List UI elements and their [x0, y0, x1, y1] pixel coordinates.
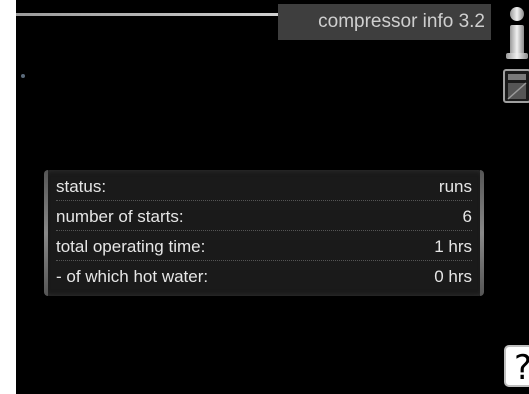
row-value: 1 hrs	[434, 237, 472, 256]
row-label: - of which hot water:	[56, 267, 209, 286]
help-button[interactable]: ?	[504, 345, 529, 388]
row-value: 6	[462, 207, 472, 226]
row-label: total operating time:	[56, 237, 206, 256]
table-row: status: runs	[56, 174, 472, 201]
row-value: runs	[438, 177, 472, 196]
header-divider	[16, 13, 278, 16]
table-row: total operating time: 1 hrs	[56, 234, 472, 261]
table-row: - of which hot water: 0 hrs	[56, 264, 472, 290]
panel-icon[interactable]	[503, 69, 529, 103]
compressor-info-table: status: runs number of starts: 6 total o…	[44, 170, 484, 296]
row-label: status:	[56, 177, 107, 196]
screen-dot	[21, 74, 25, 78]
display-screen: compressor info 3.2 status: runs number …	[16, 0, 529, 394]
row-label: number of starts:	[56, 207, 184, 226]
row-value: 0 hrs	[434, 267, 472, 286]
page-title: compressor info 3.2	[278, 4, 491, 40]
table-row: number of starts: 6	[56, 204, 472, 231]
info-icon[interactable]	[500, 5, 529, 61]
